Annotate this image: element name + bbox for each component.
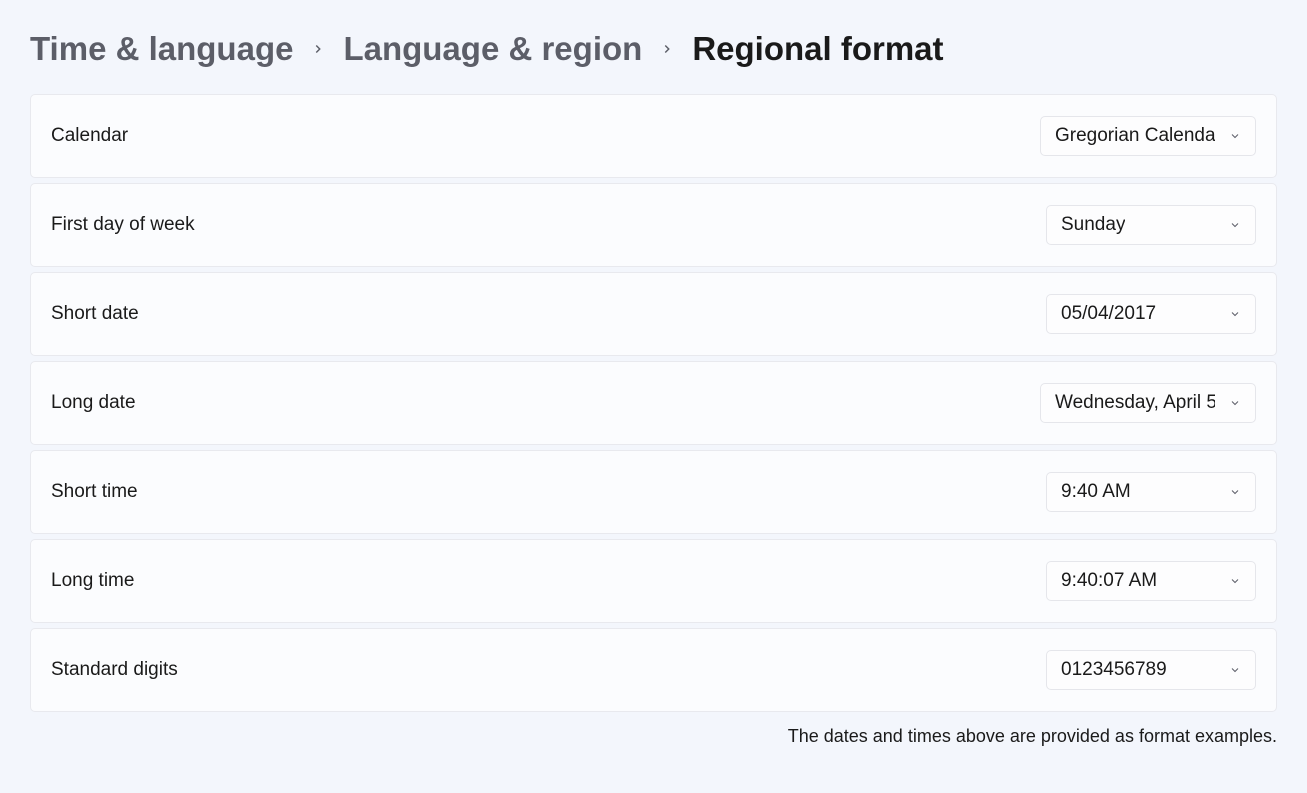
dropdown-first-day-of-week[interactable]: Sunday bbox=[1046, 205, 1256, 245]
setting-row-long-date: Long date Wednesday, April 5, bbox=[30, 361, 1277, 445]
settings-list: Calendar Gregorian Calendar First day of… bbox=[30, 94, 1277, 712]
breadcrumb: Time & language Language & region Region… bbox=[30, 30, 1277, 68]
setting-row-calendar: Calendar Gregorian Calendar bbox=[30, 94, 1277, 178]
dropdown-value: 9:40 AM bbox=[1061, 481, 1131, 503]
dropdown-long-time[interactable]: 9:40:07 AM bbox=[1046, 561, 1256, 601]
dropdown-value: 05/04/2017 bbox=[1061, 303, 1156, 325]
footer-note: The dates and times above are provided a… bbox=[30, 726, 1277, 747]
dropdown-value: Gregorian Calendar bbox=[1055, 125, 1215, 147]
setting-row-long-time: Long time 9:40:07 AM bbox=[30, 539, 1277, 623]
dropdown-long-date[interactable]: Wednesday, April 5, bbox=[1040, 383, 1256, 423]
dropdown-value: Wednesday, April 5, bbox=[1055, 392, 1215, 414]
setting-label-long-date: Long date bbox=[51, 392, 136, 414]
setting-row-standard-digits: Standard digits 0123456789 bbox=[30, 628, 1277, 712]
setting-label-first-day-of-week: First day of week bbox=[51, 214, 195, 236]
setting-label-short-time: Short time bbox=[51, 481, 138, 503]
chevron-down-icon bbox=[1229, 486, 1241, 498]
dropdown-standard-digits[interactable]: 0123456789 bbox=[1046, 650, 1256, 690]
dropdown-short-time[interactable]: 9:40 AM bbox=[1046, 472, 1256, 512]
chevron-down-icon bbox=[1229, 308, 1241, 320]
dropdown-short-date[interactable]: 05/04/2017 bbox=[1046, 294, 1256, 334]
setting-label-calendar: Calendar bbox=[51, 125, 128, 147]
breadcrumb-current: Regional format bbox=[692, 30, 943, 68]
chevron-down-icon bbox=[1229, 664, 1241, 676]
dropdown-value: 0123456789 bbox=[1061, 659, 1167, 681]
chevron-down-icon bbox=[1229, 575, 1241, 587]
setting-label-long-time: Long time bbox=[51, 570, 134, 592]
setting-row-short-time: Short time 9:40 AM bbox=[30, 450, 1277, 534]
breadcrumb-time-language[interactable]: Time & language bbox=[30, 30, 293, 68]
chevron-down-icon bbox=[1229, 397, 1241, 409]
dropdown-value: Sunday bbox=[1061, 214, 1125, 236]
setting-row-short-date: Short date 05/04/2017 bbox=[30, 272, 1277, 356]
setting-label-short-date: Short date bbox=[51, 303, 139, 325]
chevron-right-icon bbox=[660, 42, 674, 56]
dropdown-calendar[interactable]: Gregorian Calendar bbox=[1040, 116, 1256, 156]
chevron-down-icon bbox=[1229, 130, 1241, 142]
breadcrumb-language-region[interactable]: Language & region bbox=[343, 30, 642, 68]
setting-label-standard-digits: Standard digits bbox=[51, 659, 178, 681]
setting-row-first-day-of-week: First day of week Sunday bbox=[30, 183, 1277, 267]
dropdown-value: 9:40:07 AM bbox=[1061, 570, 1157, 592]
chevron-right-icon bbox=[311, 42, 325, 56]
chevron-down-icon bbox=[1229, 219, 1241, 231]
